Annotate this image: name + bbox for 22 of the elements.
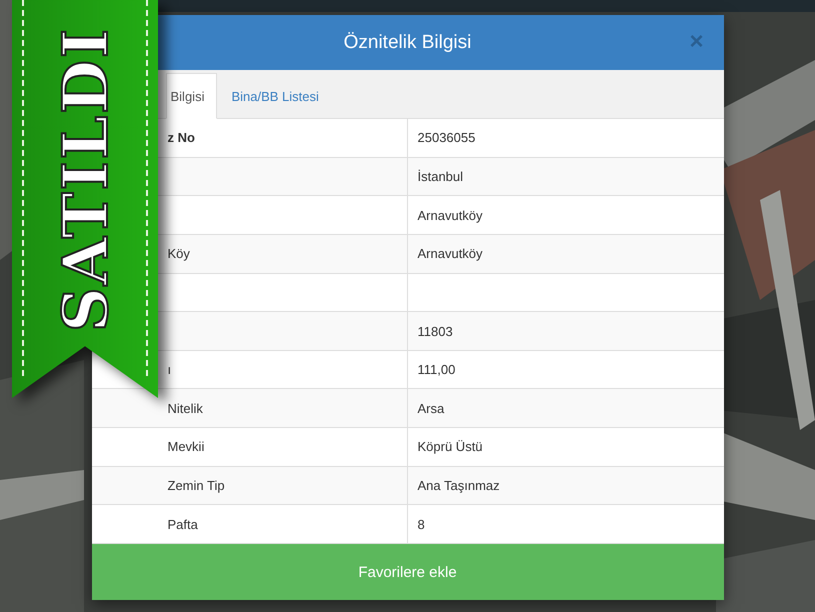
dialog-title: Öznitelik Bilgisi <box>344 32 472 54</box>
table-cell: z No <box>166 119 408 157</box>
tab[interactable]: Bina/BB Listesi <box>217 74 331 118</box>
table-cell: ı <box>166 350 408 388</box>
tab[interactable]: Bilgisi <box>166 73 218 119</box>
table-cell: Nitelik <box>166 389 408 428</box>
sold-label: SATILDI <box>48 26 122 332</box>
table-cell-text: 11803 <box>416 322 454 341</box>
table-cell-text: Arnavutköy <box>416 206 484 225</box>
add-favorites-button[interactable]: Favorilere ekle <box>92 544 724 600</box>
table-cell-text: 8 <box>416 516 426 534</box>
table-cell-text: Ana Taşınmaz <box>416 477 501 496</box>
table-cell-text: Arnavutköy <box>416 245 484 264</box>
table-cell: Mevkii <box>166 428 408 466</box>
table-cell: Köy <box>166 234 408 273</box>
table-cell-text: 25036055 <box>416 129 476 148</box>
table-cell: Pafta <box>166 505 408 544</box>
table-cell-text: 111,00 <box>416 361 456 380</box>
table-cell: Zemin Tip <box>166 466 408 504</box>
table-cell-text: Köprü Üstü <box>416 438 484 456</box>
table-cell-text: İstanbul <box>416 168 464 186</box>
table-cell-text: Arsa <box>416 400 446 418</box>
